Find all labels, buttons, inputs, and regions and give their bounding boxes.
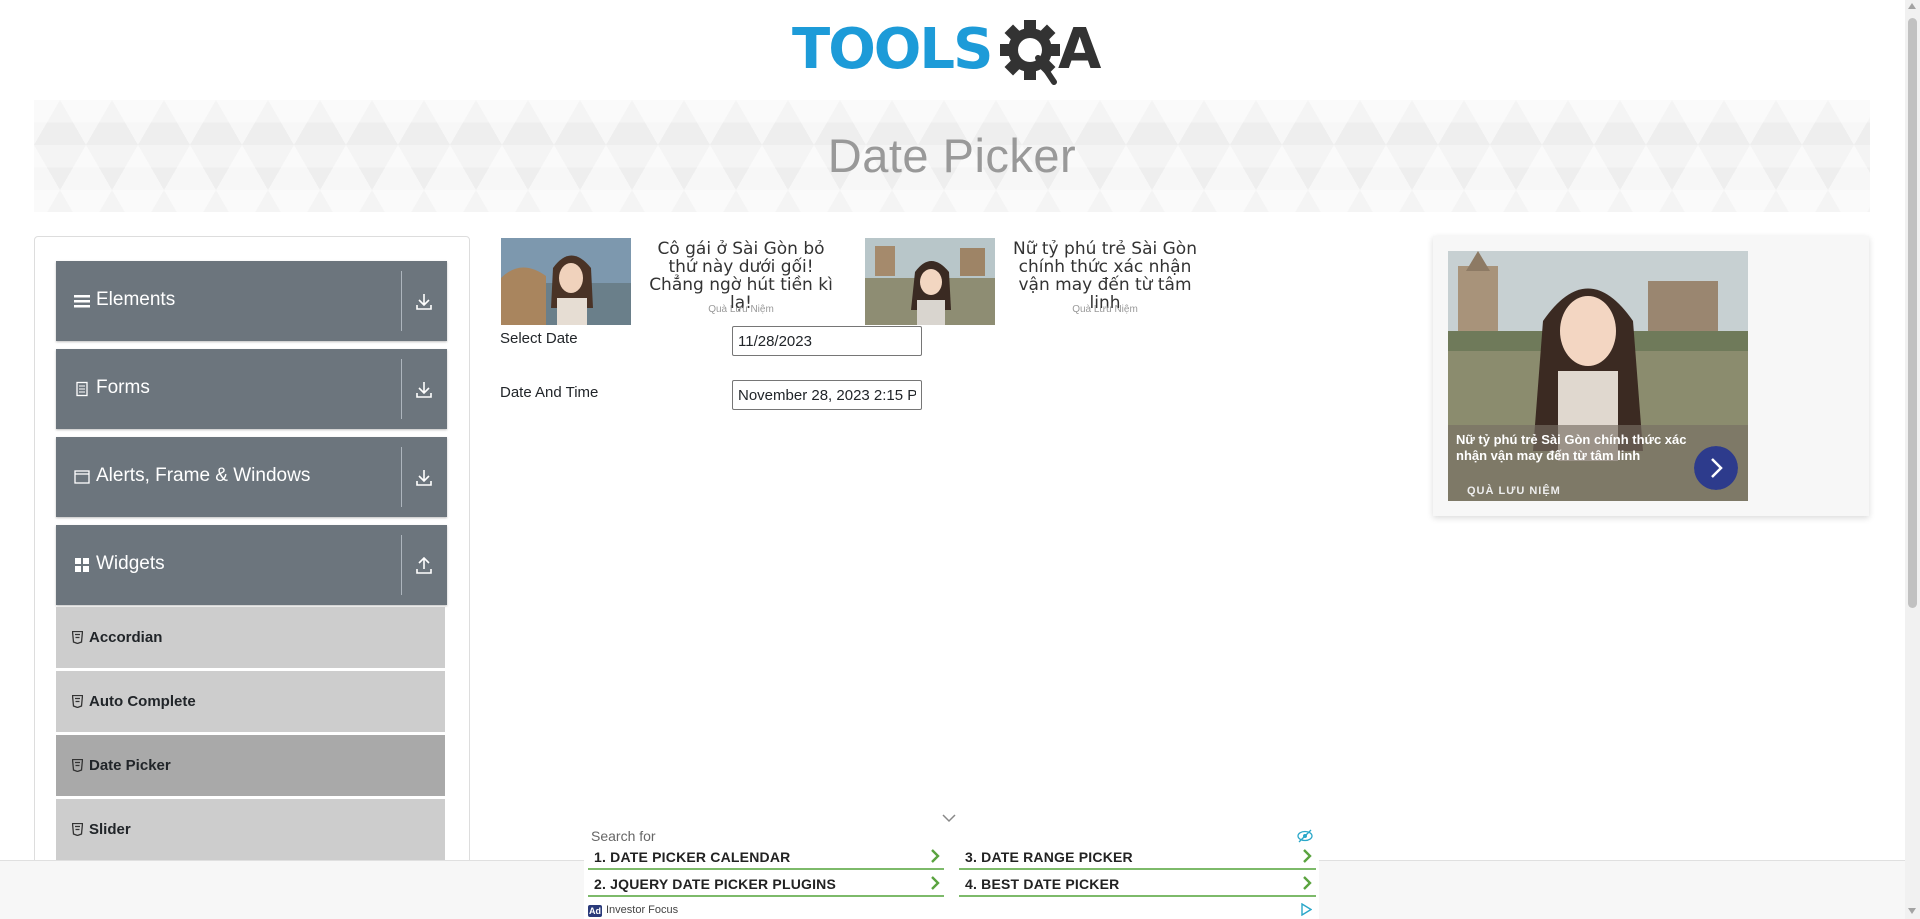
document-icon (76, 381, 88, 397)
native-ad-1[interactable]: Cô gái ở Sài Gòn bỏ thứ này dưới gối! Ch… (501, 238, 846, 326)
divider (401, 535, 402, 595)
chevron-right-icon (931, 849, 940, 863)
date-and-time-label: Date And Time (500, 384, 599, 401)
ad-headline[interactable]: Cô gái ở Sài Gòn bỏ thứ này dưới gối! Ch… (641, 240, 841, 312)
chevron-down-icon[interactable] (942, 813, 956, 823)
search-link-text: 2. JQUERY DATE PICKER PLUGINS (594, 876, 837, 892)
gear-icon (1000, 20, 1060, 85)
divider (401, 447, 402, 507)
html5-icon (72, 695, 83, 708)
search-link-text: 3. DATE RANGE PICKER (965, 849, 1133, 865)
bottom-search-ad (584, 822, 1319, 919)
ad-source: Quà Lưu Niệm (1072, 304, 1138, 315)
sidebar: Elements Forms Alerts, Frame & Windows W… (34, 236, 470, 919)
native-ad-2[interactable]: Nữ tỷ phú trẻ Sài Gòn chính thức xác nhậ… (865, 238, 1210, 326)
scrollbar-thumb[interactable] (1908, 18, 1917, 608)
sidebar-group-forms[interactable]: Forms (56, 349, 447, 429)
search-link-2[interactable]: 2. JQUERY DATE PICKER PLUGINS (588, 872, 944, 897)
ad-badge: Ad (588, 905, 602, 917)
ad-caption[interactable]: Nữ tỷ phú trẻ Sài Gòn chính thức xác nhậ… (1456, 432, 1696, 464)
sidebar-ad[interactable]: Nữ tỷ phú trẻ Sài Gòn chính thức xác nhậ… (1433, 236, 1869, 516)
sidebar-group-elements[interactable]: Elements (56, 261, 447, 341)
header: TOOLS A (0, 0, 1905, 96)
search-link-3[interactable]: 3. DATE RANGE PICKER (959, 845, 1316, 870)
divider (401, 359, 402, 419)
page-title: Date Picker (827, 129, 1077, 182)
search-link-1[interactable]: 1. DATE PICKER CALENDAR (588, 845, 944, 870)
sidebar-item-label: Date Picker (89, 757, 171, 774)
upload-icon[interactable] (416, 557, 432, 575)
page-banner: Date Picker (34, 100, 1870, 212)
select-date-label: Select Date (500, 330, 578, 347)
search-for-label: Search for (591, 828, 656, 844)
html5-icon (72, 631, 83, 644)
hamburger-icon (74, 295, 90, 308)
ad-source: QUÀ LƯU NIỆM (1467, 485, 1561, 497)
sidebar-item-label: Accordian (89, 629, 163, 646)
chevron-right-icon (1303, 876, 1312, 890)
hide-ad-eye-icon[interactable] (1297, 829, 1313, 843)
download-icon[interactable] (416, 469, 432, 487)
sidebar-item-slider[interactable]: Slider (56, 799, 445, 861)
ad-headline[interactable]: Nữ tỷ phú trẻ Sài Gòn chính thức xác nhậ… (1005, 240, 1205, 312)
ad-thumbnail-image[interactable] (501, 238, 631, 325)
sidebar-group-widgets[interactable]: Widgets (56, 525, 447, 605)
grid-icon (75, 558, 89, 572)
window-icon (74, 470, 90, 484)
html5-icon (72, 759, 83, 772)
search-link-4[interactable]: 4. BEST DATE PICKER (959, 872, 1316, 897)
page-scrollbar[interactable] (1905, 0, 1920, 919)
search-link-text: 4. BEST DATE PICKER (965, 876, 1120, 892)
chevron-right-icon[interactable] (1694, 446, 1738, 490)
sidebar-group-label: Alerts, Frame & Windows (96, 465, 311, 486)
divider (401, 271, 402, 331)
ad-thumbnail-image[interactable] (865, 238, 995, 325)
sidebar-item-label: Auto Complete (89, 693, 196, 710)
select-date-input[interactable] (732, 326, 922, 356)
advertiser-name[interactable]: Investor Focus (606, 904, 678, 916)
chevron-right-icon (1303, 849, 1312, 863)
toolsqa-logo[interactable]: TOOLS A (790, 16, 1115, 90)
sidebar-item-date-picker[interactable]: Date Picker (56, 735, 445, 797)
sidebar-group-label: Widgets (96, 553, 165, 574)
download-icon[interactable] (416, 381, 432, 399)
ad-source: Quà Lưu Niệm (708, 304, 774, 315)
sidebar-item-accordian[interactable]: Accordian (56, 607, 445, 669)
adchoices-icon[interactable] (1300, 903, 1312, 916)
chevron-right-icon (931, 876, 940, 890)
sidebar-group-label: Elements (96, 289, 176, 310)
sidebar-item-label: Slider (89, 821, 131, 838)
sidebar-group-alerts[interactable]: Alerts, Frame & Windows (56, 437, 447, 517)
download-icon[interactable] (416, 293, 432, 311)
html5-icon (72, 823, 83, 836)
sidebar-item-auto-complete[interactable]: Auto Complete (56, 671, 445, 733)
logo-text-a: A (1058, 17, 1102, 82)
scroll-down-arrow-icon[interactable] (1908, 908, 1916, 914)
logo-text-tools: TOOLS (792, 17, 991, 82)
scroll-up-arrow-icon[interactable] (1908, 3, 1916, 9)
sidebar-group-label: Forms (96, 377, 150, 398)
search-link-text: 1. DATE PICKER CALENDAR (594, 849, 791, 865)
date-and-time-input[interactable] (732, 380, 922, 410)
